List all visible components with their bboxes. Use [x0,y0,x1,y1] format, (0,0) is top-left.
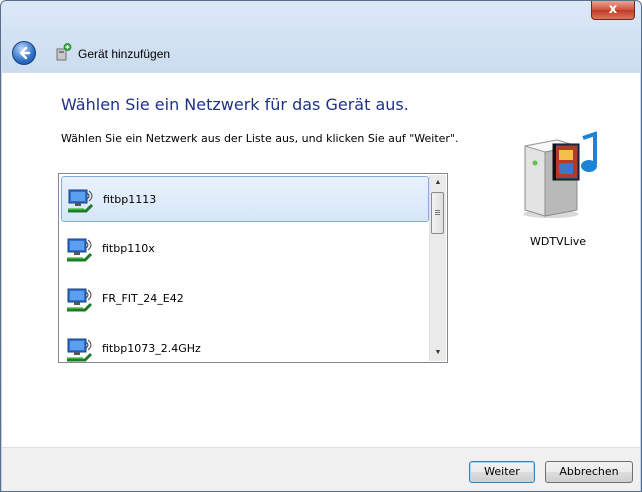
add-device-icon [56,43,72,61]
scroll-thumb[interactable] [431,192,444,234]
network-name: fitbp1113 [103,193,157,206]
vertical-scrollbar[interactable]: ▲ ▼ [429,175,446,361]
wireless-network-icon [68,189,94,213]
scroll-down-button[interactable]: ▼ [430,345,446,361]
network-list-item[interactable]: fitbp110x [61,226,429,272]
media-player-device-icon [523,131,597,218]
grip-line [435,214,440,215]
back-button[interactable] [12,41,36,65]
network-list-item[interactable]: fitbp1073_2.4GHz [61,326,429,362]
close-button[interactable]: x [591,1,635,20]
instruction-text: Wählen Sie ein Netzwerk aus der Liste au… [61,132,459,145]
add-device-window: x Gerät hinzufügen Wählen Sie ein Netzwe… [0,0,642,492]
content-area: Wählen Sie ein Netzwerk für das Gerät au… [2,72,640,447]
scroll-up-button[interactable]: ▲ [430,175,446,191]
page-title: Gerät hinzufügen [78,47,171,61]
wireless-network-icon [67,288,93,312]
button-bar: Weiter Abbrechen [2,447,640,491]
next-button[interactable]: Weiter [469,461,535,483]
device-name: WDTVLive [530,235,587,248]
network-name: fitbp110x [102,242,155,255]
back-arrow-icon [19,46,31,60]
network-list-item[interactable]: FR_FIT_24_E42 [61,276,429,322]
network-list-item[interactable]: fitbp1113 [61,176,429,222]
main-heading: Wählen Sie ein Netzwerk für das Gerät au… [61,95,409,114]
wireless-network-icon [67,338,93,362]
network-name: fitbp1073_2.4GHz [102,342,201,355]
wireless-network-icon [67,238,93,262]
network-name: FR_FIT_24_E42 [102,292,184,305]
cancel-button[interactable]: Abbrechen [545,461,633,483]
network-list[interactable]: fitbp1113 fitbp110x FR_FIT_24_E42 fitbp1… [58,173,448,363]
title-bar: x Gerät hinzufügen [1,1,641,73]
grip-line [435,210,440,211]
grip-line [435,212,440,213]
